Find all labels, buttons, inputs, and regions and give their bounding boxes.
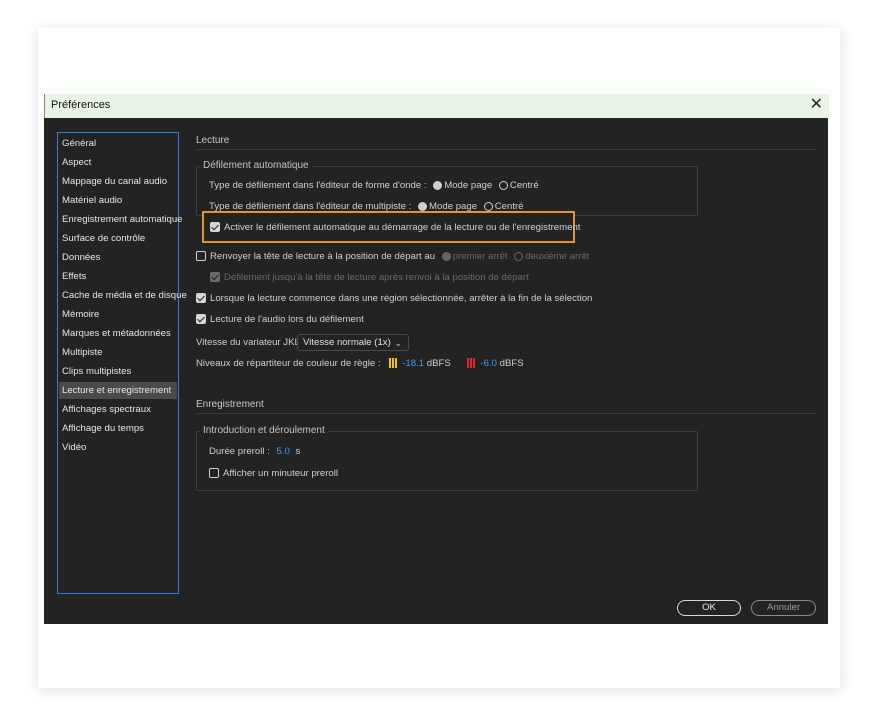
yellow-level-unit: dBFS [426, 358, 451, 369]
sidebar-item-media-disk-cache[interactable]: Cache de média et de disque [62, 287, 187, 304]
return-cti-checkbox[interactable] [196, 251, 206, 261]
waveform-scroll-row: Type de défilement dans l'éditeur de for… [209, 180, 539, 191]
sidebar-item-audio-channel-mapping[interactable]: Mappage du canal audio [62, 173, 177, 190]
sidebar-item-markers-metadata[interactable]: Marques et métadonnées [62, 325, 177, 342]
scroll-to-cti-row: Défilement jusqu'à la tête de lecture ap… [210, 272, 529, 283]
ruler-levels-label: Niveaux de répartiteur de couleur de règ… [196, 358, 381, 369]
title-bar: Préférences ✕ [44, 94, 829, 118]
sidebar-item-auto-save[interactable]: Enregistrement automatique [62, 211, 183, 228]
waveform-page-mode-radio[interactable] [433, 181, 443, 190]
preroll-timer-label: Afficher un minuteur preroll [223, 468, 339, 479]
yellow-meter-icon [389, 358, 398, 371]
section-title-playback: Lecture [196, 135, 230, 146]
sidebar-item-memory[interactable]: Mémoire [62, 306, 177, 323]
chevron-down-icon: ⌄ [394, 338, 402, 348]
yellow-level-value[interactable]: -18.1 [402, 358, 424, 369]
red-level-value[interactable]: -6.0 [480, 358, 497, 369]
multitrack-centered-radio[interactable] [483, 202, 493, 211]
sidebar-item-playback-recording[interactable]: Lecture et enregistrement [59, 382, 177, 399]
waveform-centered-label: Centré [509, 180, 539, 191]
jkl-speed-value: Vitesse normale (1x) [303, 337, 391, 348]
second-stop-label: deuxième arrêt [525, 251, 590, 262]
preroll-duration-label: Durée preroll : [209, 446, 270, 457]
preroll-duration-value[interactable]: 5.0 [276, 446, 289, 457]
autoscroll-group-title: Défilement automatique [200, 160, 312, 171]
waveform-centered-radio[interactable] [498, 181, 508, 190]
section-divider [196, 413, 816, 414]
red-meter-icon [467, 358, 476, 371]
enable-autoscroll-checkbox[interactable] [210, 222, 220, 232]
category-list[interactable]: Général Aspect Mappage du canal audio Ma… [57, 132, 187, 594]
preroll-timer-row: Afficher un minuteur preroll [209, 468, 338, 479]
sidebar-item-multitrack[interactable]: Multipiste [62, 344, 177, 361]
section-title-recording: Enregistrement [196, 399, 264, 410]
waveform-page-mode-label: Mode page [444, 180, 493, 191]
sidebar-item-time-display[interactable]: Affichage du temps [62, 420, 177, 437]
enable-autoscroll-row[interactable]: Activer le défilement automatique au dém… [210, 222, 580, 233]
sidebar-item-general[interactable]: Général [62, 135, 177, 152]
jkl-label: Vitesse du variateur JKL : [196, 337, 305, 348]
enable-autoscroll-label: Activer le défilement automatique au dém… [224, 222, 581, 233]
stop-at-selection-row: Lorsque la lecture commence dans une rég… [196, 293, 592, 304]
jkl-speed-dropdown[interactable]: Vitesse normale (1x) ⌄ [297, 334, 409, 351]
preroll-group-title: Introduction et déroulement [200, 425, 328, 436]
return-cti-row: Renvoyer la tête de lecture à la positio… [196, 251, 589, 262]
scroll-to-cti-checkbox[interactable] [210, 272, 220, 282]
sidebar-item-data[interactable]: Données [62, 249, 177, 266]
waveform-scroll-label: Type de défilement dans l'éditeur de for… [209, 180, 427, 191]
first-stop-radio[interactable] [441, 252, 451, 261]
red-level-unit: dBFS [499, 358, 524, 369]
close-icon[interactable]: ✕ [810, 95, 823, 115]
scrub-audio-checkbox[interactable] [196, 314, 206, 324]
ruler-levels-row: Niveaux de répartiteur de couleur de règ… [196, 358, 524, 371]
preroll-timer-checkbox[interactable] [209, 468, 219, 478]
sidebar-item-effects[interactable]: Effets [62, 268, 177, 285]
cancel-button[interactable]: Annuler [751, 600, 816, 616]
return-cti-label: Renvoyer la tête de lecture à la positio… [210, 251, 436, 262]
second-stop-radio[interactable] [514, 252, 524, 261]
stop-at-selection-label: Lorsque la lecture commence dans une rég… [210, 293, 593, 304]
section-divider [196, 149, 816, 150]
scroll-to-cti-label: Défilement jusqu'à la tête de lecture ap… [224, 272, 529, 283]
sidebar-item-multitrack-clips[interactable]: Clips multipistes [62, 363, 177, 380]
sidebar-item-aspect[interactable]: Aspect [62, 154, 177, 171]
sidebar-item-control-surface[interactable]: Surface de contrôle [62, 230, 177, 247]
sidebar-item-video[interactable]: Vidéo [62, 439, 177, 456]
scrub-audio-label: Lecture de l'audio lors du défilement [210, 314, 364, 325]
preroll-duration-row: Durée preroll : 5.0 s [209, 446, 300, 457]
ok-button[interactable]: OK [677, 600, 741, 616]
sidebar-item-audio-hardware[interactable]: Matériel audio [62, 192, 177, 209]
preroll-group [196, 431, 698, 491]
window-title: Préférences [51, 99, 111, 111]
sidebar-item-spectral-displays[interactable]: Affichages spectraux [62, 401, 177, 418]
stop-at-selection-checkbox[interactable] [196, 293, 206, 303]
scrub-audio-row: Lecture de l'audio lors du défilement [196, 314, 364, 325]
preferences-dialog: Général Aspect Mappage du canal audio Ma… [44, 118, 828, 624]
multitrack-page-mode-radio[interactable] [418, 202, 428, 211]
preroll-duration-unit: s [295, 446, 301, 457]
first-stop-label: premier arrêt [452, 251, 508, 262]
